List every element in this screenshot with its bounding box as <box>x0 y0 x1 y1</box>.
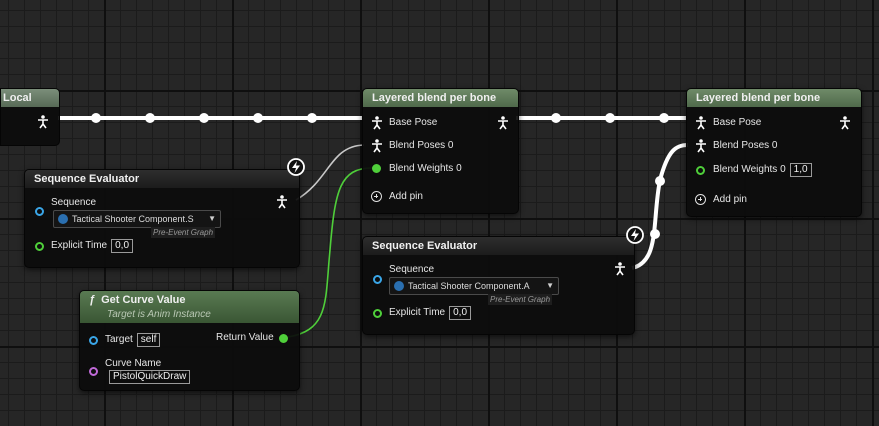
sequence-evaluator-node-2[interactable]: Sequence Evaluator Sequence Tactical Sho… <box>362 236 635 335</box>
blend-weights-row: Blend Weights 0 1,0 <box>713 163 812 177</box>
layered-blend-node-1[interactable]: Layered blend per bone Base Pose Blend P… <box>362 88 519 214</box>
explicit-time-pin[interactable] <box>373 309 382 318</box>
add-pin-icon[interactable] <box>371 191 382 202</box>
base-pose-label: Base Pose <box>389 117 438 128</box>
sequence-asset-picker[interactable]: Tactical Shooter Component.S ▼ <box>53 210 221 228</box>
asset-tag: Pre-Event Graph <box>151 227 216 238</box>
layered-blend-1-title: Layered blend per bone <box>363 89 518 107</box>
target-row: Target self <box>105 333 161 347</box>
explicit-time-value[interactable]: 0,0 <box>449 306 472 320</box>
chevron-down-icon: ▼ <box>208 214 216 223</box>
blend-weights-label: Blend Weights 0 <box>389 163 462 174</box>
explicit-time-row: Explicit Time 0,0 <box>51 239 134 253</box>
get-curve-value-title: ƒ Get Curve Value <box>89 291 299 308</box>
asset-icon <box>58 214 68 224</box>
explicit-time-label: Explicit Time <box>389 307 446 318</box>
blend-weights-value[interactable]: 1,0 <box>789 163 812 177</box>
base-pose-pin-icon[interactable] <box>695 116 707 130</box>
curve-name-value[interactable]: PistolQuickDraw <box>109 370 191 384</box>
wire-reroute-dot-3 <box>655 176 665 186</box>
function-icon: ƒ <box>89 294 96 306</box>
add-pin-label[interactable]: Add pin <box>389 190 423 204</box>
sequence-asset-name: Tactical Shooter Component.S <box>72 214 194 224</box>
blend-weights-label: Blend Weights 0 <box>713 164 786 175</box>
asset-tag: Pre-Event Graph <box>488 294 553 305</box>
add-pin-icon[interactable] <box>695 194 706 205</box>
sequence-evaluator-2-title: Sequence Evaluator <box>363 237 634 255</box>
chevron-down-icon: ▼ <box>546 281 554 290</box>
wire-reroute-dot-4 <box>650 229 660 239</box>
blend-poses-label: Blend Poses 0 <box>389 140 454 151</box>
blend-weights-pin[interactable] <box>696 166 705 175</box>
curve-name-row: PistolQuickDraw <box>105 370 191 384</box>
sequence-asset-name: Tactical Shooter Component.A <box>408 281 530 291</box>
sequence-evaluator-node-1[interactable]: Sequence Evaluator Sequence Tactical Sho… <box>24 169 300 268</box>
get-curve-value-node[interactable]: ƒ Get Curve Value Target is Anim Instance… <box>79 290 300 391</box>
target-value[interactable]: self <box>136 333 161 347</box>
sequence-asset-picker[interactable]: Tactical Shooter Component.A ▼ <box>389 277 559 295</box>
blend-poses-pin-icon[interactable] <box>371 139 383 153</box>
base-pose-label: Base Pose <box>713 117 762 128</box>
get-curve-value-title-text: Get Curve Value <box>101 294 186 306</box>
sequence-pin[interactable] <box>373 275 382 284</box>
return-value-label: Return Value <box>216 332 274 343</box>
curve-name-pin[interactable] <box>89 367 98 376</box>
explicit-time-label: Explicit Time <box>51 240 108 251</box>
pose-output-icon[interactable] <box>839 116 851 130</box>
sequence-evaluator-1-title: Sequence Evaluator <box>25 170 299 188</box>
pose-output-icon[interactable] <box>497 116 509 130</box>
blend-poses-label: Blend Poses 0 <box>713 140 778 151</box>
target-label: Target <box>105 334 133 345</box>
fast-path-bolt-icon <box>287 158 305 176</box>
add-pin-label[interactable]: Add pin <box>713 193 747 207</box>
asset-icon <box>394 281 404 291</box>
pose-output-icon[interactable] <box>276 195 288 209</box>
curve-name-label: Curve Name <box>105 358 162 369</box>
pose-output-icon[interactable] <box>614 262 626 276</box>
explicit-time-value[interactable]: 0,0 <box>111 239 134 253</box>
float-wire-curve-to-weights <box>287 167 373 338</box>
layered-blend-node-2[interactable]: Layered blend per bone Base Pose Blend P… <box>686 88 862 217</box>
target-pin[interactable] <box>89 336 98 345</box>
local-node-title: Local <box>1 89 59 107</box>
explicit-time-row: Explicit Time 0,0 <box>389 306 472 320</box>
pose-output-icon[interactable] <box>37 115 49 129</box>
blend-poses-pin-icon[interactable] <box>695 139 707 153</box>
fast-path-bolt-icon <box>626 226 644 244</box>
local-node[interactable]: Local <box>0 88 60 146</box>
base-pose-pin-icon[interactable] <box>371 116 383 130</box>
return-value-pin[interactable] <box>279 334 288 343</box>
explicit-time-pin[interactable] <box>35 242 44 251</box>
pose-wire-seq2-to-blend2 <box>631 143 689 270</box>
layered-blend-2-title: Layered blend per bone <box>687 89 861 107</box>
sequence-label: Sequence <box>51 197 97 208</box>
blend-weights-pin[interactable] <box>372 164 381 173</box>
sequence-label: Sequence <box>389 264 435 275</box>
get-curve-value-subtitle: Target is Anim Instance <box>107 309 211 320</box>
get-curve-value-header: ƒ Get Curve Value Target is Anim Instance <box>80 291 299 323</box>
sequence-pin[interactable] <box>35 207 44 216</box>
